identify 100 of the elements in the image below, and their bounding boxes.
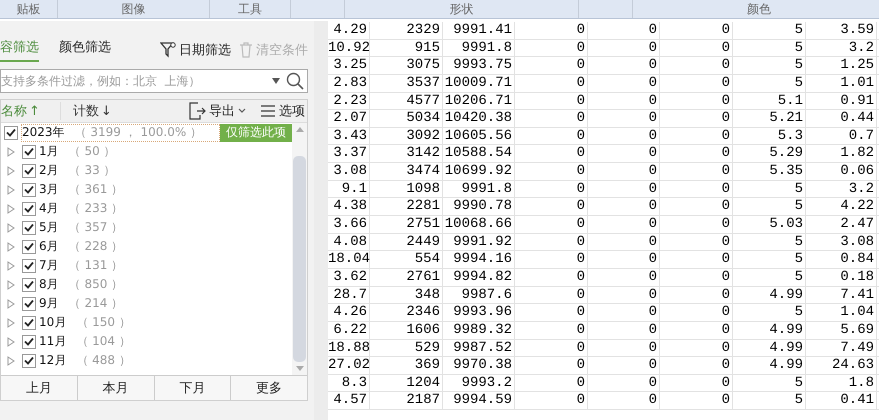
checkbox[interactable]	[22, 316, 36, 330]
expand-icon[interactable]	[7, 356, 15, 366]
table-cell: 9970.38	[443, 357, 515, 374]
tree-item-label[interactable]: 2月	[39, 162, 59, 179]
scroll-down-icon[interactable]	[296, 366, 304, 371]
expand-icon[interactable]	[7, 336, 15, 346]
table-cell: 1606	[370, 322, 443, 339]
expand-icon[interactable]	[7, 242, 15, 252]
options-button[interactable]: 选项	[260, 102, 305, 120]
tree-item-label[interactable]: 1月	[39, 143, 59, 160]
scrollbar-thumb[interactable]	[293, 156, 306, 362]
quick-date-button[interactable]: 本月	[78, 376, 154, 400]
table-cell: 27.02	[328, 357, 370, 374]
table-cell: 0	[588, 392, 660, 410]
scrollbar[interactable]	[292, 123, 307, 375]
checkbox[interactable]	[22, 202, 36, 216]
table-cell: 9990.78	[443, 198, 515, 216]
table-cell: 9993.2	[443, 374, 515, 392]
tree-item-label[interactable]: 9月	[39, 295, 59, 312]
search-field[interactable]: 支持多条件过滤，例如：北京 上海）	[1, 74, 266, 88]
expand-icon[interactable]	[7, 260, 15, 270]
table-cell: 5.29	[733, 145, 806, 162]
table-cell: 0	[660, 286, 733, 304]
table-cell: 0	[660, 74, 733, 92]
table-cell: 3.08	[328, 163, 370, 180]
table-cell: 4.99	[733, 322, 806, 339]
table-cell: 3142	[370, 145, 443, 162]
export-button[interactable]: 导出	[188, 102, 246, 120]
table-cell: 0	[588, 110, 660, 127]
date-filter-button[interactable]: 日期筛选	[160, 41, 231, 59]
table-cell: 0	[660, 357, 733, 374]
table-cell: 4577	[370, 92, 443, 110]
checkbox[interactable]	[22, 334, 36, 348]
table-cell: 0	[660, 180, 733, 198]
tree-item-label[interactable]: 4月	[39, 200, 59, 217]
tree-item-label[interactable]: 10月	[39, 314, 66, 331]
tree-item-label[interactable]: 5月	[39, 219, 59, 236]
table-cell: 2.83	[328, 74, 370, 92]
expand-icon[interactable]	[7, 222, 15, 232]
checkbox[interactable]	[22, 296, 36, 310]
tree-item-label[interactable]: 11月	[39, 333, 66, 350]
table-cell: 4.29	[328, 22, 370, 39]
checkbox[interactable]	[22, 164, 36, 178]
ribbon-group-label: 贴板	[16, 0, 40, 18]
table-cell: 3.08	[806, 234, 877, 250]
table-cell: 28.7	[328, 286, 370, 304]
checkbox[interactable]	[22, 240, 36, 254]
expand-icon[interactable]	[7, 298, 15, 308]
ribbon-group-label: 图像	[122, 0, 146, 18]
checkbox[interactable]	[22, 220, 36, 234]
search-bar[interactable]: 支持多条件过滤，例如：北京 上海）	[0, 69, 308, 93]
table-cell: 0	[660, 374, 733, 392]
table-cell: 529	[370, 340, 443, 356]
table-cell: 9987.52	[443, 340, 515, 356]
tree-item-label[interactable]: 7月	[39, 257, 59, 274]
quick-date-button[interactable]: 更多	[231, 376, 307, 400]
scroll-up-icon[interactable]	[296, 127, 304, 132]
tree-item[interactable]: 2023年 （ 3199 ， 100.0% ）	[21, 124, 220, 142]
tree-item-label[interactable]: 12月	[39, 352, 66, 369]
tree-item-label[interactable]: 3月	[39, 181, 59, 198]
funnel-icon	[160, 41, 176, 59]
table-cell: 0.44	[806, 110, 877, 127]
table-cell: 1.01	[806, 74, 877, 92]
tree-item-label[interactable]: 8月	[39, 276, 59, 293]
table-cell: 0	[660, 92, 733, 110]
table-cell: 5	[733, 198, 806, 216]
table-cell: 9993.75	[443, 57, 515, 74]
quick-date-button[interactable]: 下月	[154, 376, 232, 400]
expand-icon[interactable]	[7, 146, 15, 156]
checkbox[interactable]	[22, 258, 36, 272]
table-cell: 3.66	[328, 216, 370, 233]
tree-item-label[interactable]: 6月	[39, 238, 59, 255]
checkbox[interactable]	[22, 144, 36, 158]
table-cell: 1204	[370, 374, 443, 392]
expand-icon[interactable]	[7, 184, 15, 194]
table-cell: 18.88	[328, 340, 370, 356]
sort-column-header[interactable]: 名称↑	[1, 102, 61, 120]
table-cell: 4.57	[328, 392, 370, 410]
table-cell: 9994.59	[443, 392, 515, 410]
table-cell: 4.22	[806, 198, 877, 216]
expand-icon[interactable]	[7, 166, 15, 176]
table-cell: 3.62	[328, 268, 370, 286]
table-cell: 0.84	[806, 251, 877, 268]
table-cell: 0	[515, 128, 588, 144]
search-icon[interactable]	[286, 72, 304, 90]
table-cell: 0	[660, 322, 733, 339]
filter-tab[interactable]: 颜色筛选	[59, 38, 111, 62]
filter-tab[interactable]: 容筛选	[0, 38, 39, 62]
checkbox[interactable]	[22, 354, 36, 368]
table-cell: 0	[588, 180, 660, 198]
sort-column-header[interactable]: 计数↓	[72, 102, 132, 120]
expand-icon[interactable]	[7, 318, 15, 328]
checkbox[interactable]	[22, 182, 36, 196]
dropdown-icon[interactable]	[272, 78, 280, 84]
checkbox[interactable]	[4, 126, 18, 140]
expand-icon[interactable]	[7, 204, 15, 214]
checkbox[interactable]	[22, 278, 36, 292]
expand-icon[interactable]	[7, 280, 15, 290]
table-cell: 1098	[370, 180, 443, 198]
quick-date-button[interactable]: 上月	[1, 376, 78, 400]
